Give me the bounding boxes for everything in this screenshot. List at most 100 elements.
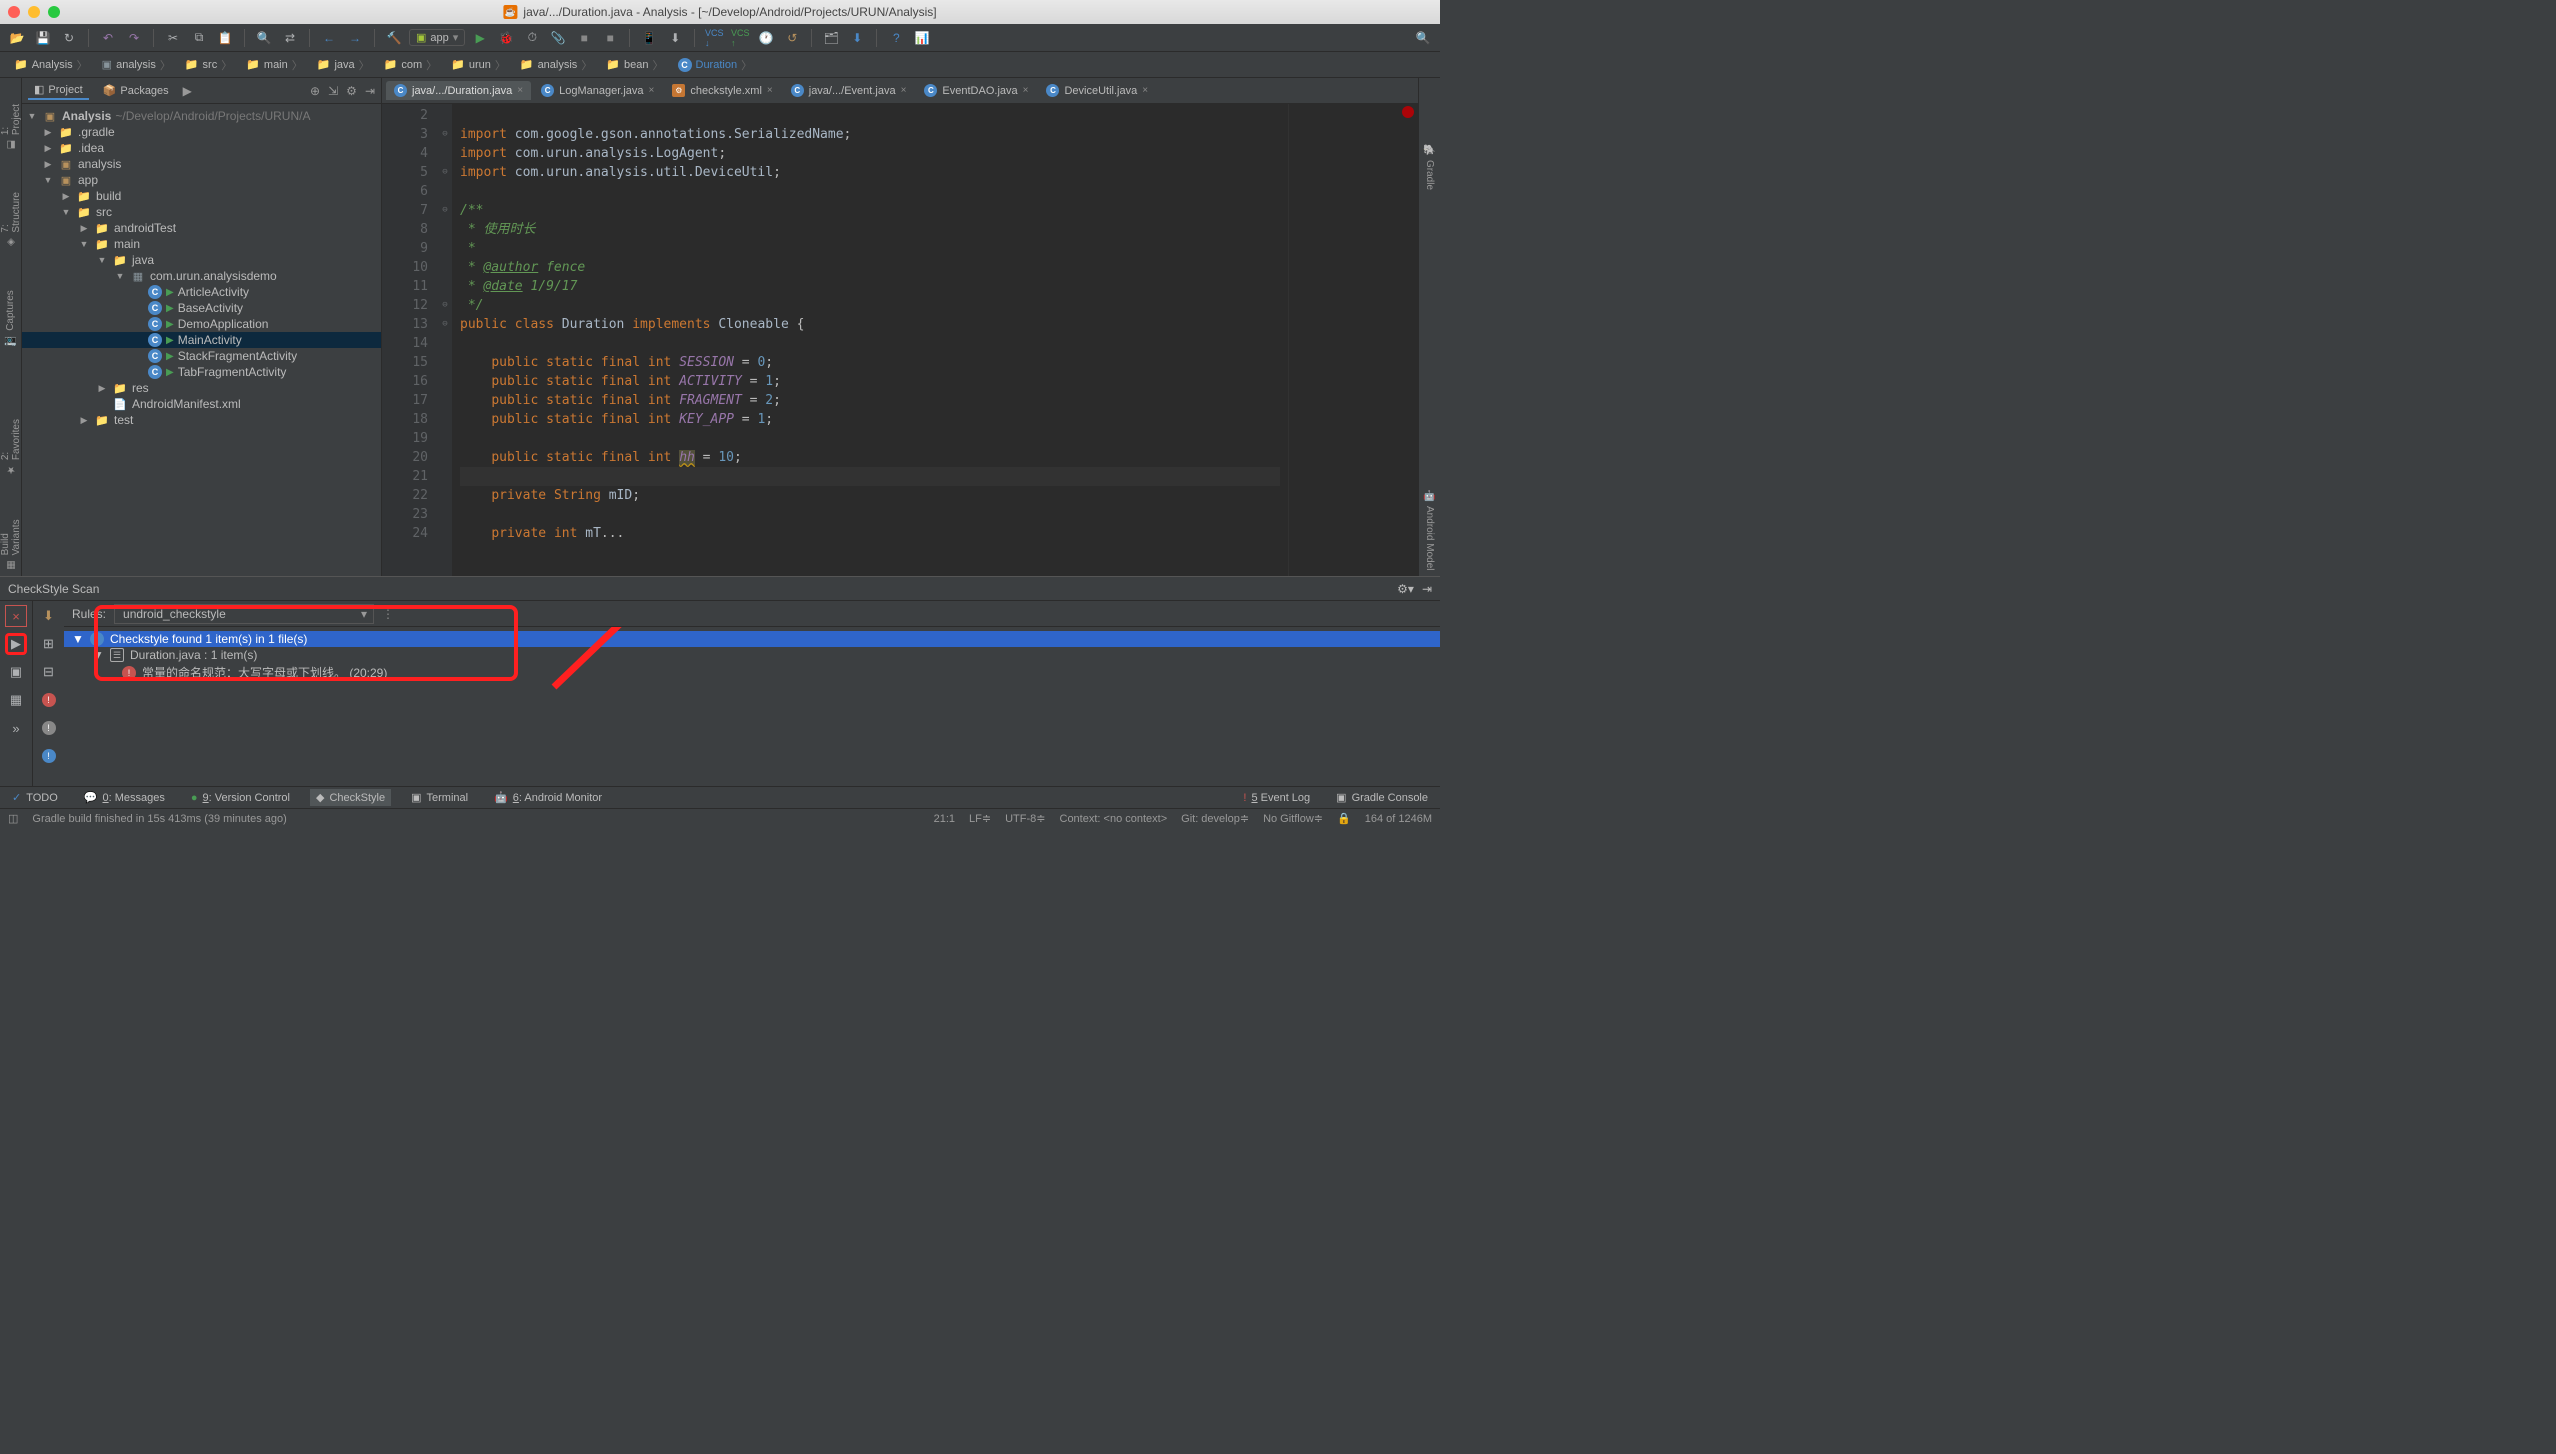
vcs-revert-icon[interactable]: ↺ (781, 27, 803, 49)
module-check-icon[interactable]: ▣ (5, 661, 27, 683)
close-icon[interactable]: × (1023, 85, 1029, 96)
search-everywhere-icon[interactable]: 🔍 (1412, 27, 1434, 49)
tree-row[interactable]: ▼📁main (22, 236, 381, 252)
editor-minimap[interactable] (1288, 104, 1418, 576)
hide-icon[interactable]: ⇥ (365, 84, 375, 98)
expand-icon[interactable]: » (5, 717, 27, 739)
replace-icon[interactable]: ⇄ (279, 27, 301, 49)
tree-row[interactable]: ▶📁.idea (22, 140, 381, 156)
tree-row[interactable]: ▼📁java (22, 252, 381, 268)
redo-icon[interactable]: ↷ (123, 27, 145, 49)
terminal-tab[interactable]: ▣Terminal (405, 789, 474, 806)
tool-window-build-variants[interactable]: ▦Build Variants (0, 511, 24, 576)
copy-icon[interactable]: ⧉ (188, 27, 210, 49)
file-encoding[interactable]: UTF-8≑ (1005, 812, 1045, 825)
info-filter-icon[interactable]: ! (38, 745, 60, 767)
attach-icon[interactable]: 📎 (547, 27, 569, 49)
vcs-update-icon[interactable]: VCS↓ (703, 27, 725, 49)
warning-filter-icon[interactable]: ! (38, 717, 60, 739)
tool-window-android-model[interactable]: 🤖Android Model (1422, 483, 1437, 576)
cursor-position[interactable]: 21:1 (934, 813, 955, 825)
export-icon[interactable]: ⬇ (38, 605, 60, 627)
tree-row[interactable]: ▼▦com.urun.analysisdemo (22, 268, 381, 284)
breadcrumb-item[interactable]: CDuration〉 (672, 55, 759, 75)
lock-icon[interactable]: 🔒 (1337, 812, 1351, 825)
structure-icon[interactable]: 🗂 (820, 27, 842, 49)
close-icon[interactable]: × (767, 85, 773, 96)
tree-row[interactable]: ▶▣analysis (22, 156, 381, 172)
vcs-commit-icon[interactable]: VCS↑ (729, 27, 751, 49)
zoom-window-button[interactable] (48, 6, 60, 18)
close-icon[interactable]: × (649, 85, 655, 96)
todo-tab[interactable]: ✓TODO (6, 789, 64, 806)
collapse-all-icon[interactable]: ⊟ (38, 661, 60, 683)
cut-icon[interactable]: ✂ (162, 27, 184, 49)
breadcrumb-item[interactable]: 📁java〉 (311, 55, 376, 75)
close-icon[interactable]: × (1142, 85, 1148, 96)
build-icon[interactable]: 🔨 (383, 27, 405, 49)
packages-tab[interactable]: 📦 Packages (97, 82, 175, 99)
target-icon[interactable]: ⊕ (310, 84, 320, 98)
tree-row[interactable]: ▼▣app (22, 172, 381, 188)
tree-row[interactable]: C▶TabFragmentActivity (22, 364, 381, 380)
rules-more-icon[interactable]: ⋮ (382, 607, 394, 621)
gear-icon[interactable]: ⚙ (346, 84, 357, 98)
context-indicator[interactable]: Context: <no context> (1060, 813, 1168, 825)
stop-icon[interactable]: ■ (573, 27, 595, 49)
breadcrumb-item[interactable]: ▣analysis〉 (96, 55, 177, 75)
collapse-icon[interactable]: ⇲ (328, 84, 338, 98)
tool-window-favorites[interactable]: ★2: Favorites (0, 413, 24, 481)
editor-tab[interactable]: ⚙checkstyle.xml× (664, 81, 780, 100)
checkstyle-summary-row[interactable]: ▼ i Checkstyle found 1 item(s) in 1 file… (64, 631, 1440, 647)
checkstyle-results[interactable]: ▼ i Checkstyle found 1 item(s) in 1 file… (64, 627, 1440, 787)
undo-icon[interactable]: ↶ (97, 27, 119, 49)
messages-tab[interactable]: 💬0: Messages (78, 789, 171, 806)
open-icon[interactable]: 📂 (6, 27, 28, 49)
tree-row[interactable]: C▶BaseActivity (22, 300, 381, 316)
tree-row[interactable]: C▶DemoApplication (22, 316, 381, 332)
breadcrumb-item[interactable]: 📁main〉 (240, 55, 309, 75)
rules-selector[interactable]: undroid_checkstyle (114, 604, 374, 624)
tree-root[interactable]: ▼▣ Analysis ~/Develop/Android/Projects/U… (22, 108, 381, 124)
error-filter-icon[interactable]: ! (38, 689, 60, 711)
breadcrumb-item[interactable]: 📁bean〉 (600, 55, 669, 75)
editor-tab[interactable]: Cjava/.../Duration.java× (386, 81, 531, 100)
event-log-tab[interactable]: !5 Event Log (1237, 790, 1316, 806)
tree-row[interactable]: ▶📁test (22, 412, 381, 428)
project-tab[interactable]: ◧ Project (28, 81, 89, 100)
vcs-history-icon[interactable]: 🕐 (755, 27, 777, 49)
close-icon[interactable]: × (5, 605, 27, 627)
editor-tab[interactable]: CEventDAO.java× (916, 81, 1036, 100)
debug-icon[interactable]: 🐞 (495, 27, 517, 49)
stop2-icon[interactable]: ■ (599, 27, 621, 49)
tool-window-project[interactable]: ◧1: Project (0, 98, 24, 156)
tree-row[interactable]: C▶MainActivity (22, 332, 381, 348)
sdk2-icon[interactable]: ⬇ (846, 27, 868, 49)
back-icon[interactable]: ← (318, 27, 340, 49)
profile-icon[interactable]: ⏱ (521, 27, 543, 49)
breadcrumb-item[interactable]: 📁urun〉 (445, 55, 512, 75)
tool-window-structure[interactable]: ◈7: Structure (0, 186, 24, 254)
tool-window-captures[interactable]: 📷Captures (3, 284, 18, 353)
forward-icon[interactable]: → (344, 27, 366, 49)
memory-icon[interactable]: 📊 (911, 27, 933, 49)
tree-row[interactable]: ▶📁androidTest (22, 220, 381, 236)
code-editor[interactable]: 23456789101112131415161718192021222324 ⊖… (382, 104, 1418, 576)
vcs-tab[interactable]: ●9: Version Control (185, 790, 296, 806)
run-icon[interactable]: ▶ (469, 27, 491, 49)
android-monitor-tab[interactable]: 🤖6: Android Monitor (488, 789, 608, 806)
editor-tab[interactable]: Cjava/.../Event.java× (783, 81, 915, 100)
run-checkstyle-icon[interactable]: ▶ (5, 633, 27, 655)
tree-row[interactable]: ▶📁build (22, 188, 381, 204)
checkstyle-issue-row[interactable]: ! 常量的命名规范：大写字母或下划线。 (20:29) (64, 663, 1440, 682)
tree-row[interactable]: 📄AndroidManifest.xml (22, 396, 381, 412)
editor-tab[interactable]: CLogManager.java× (533, 81, 662, 100)
breadcrumb-item[interactable]: 📁analysis〉 (514, 55, 598, 75)
checkstyle-file-row[interactable]: ▼ ☰ Duration.java : 1 item(s) (64, 647, 1440, 663)
find-icon[interactable]: 🔍 (253, 27, 275, 49)
line-separator[interactable]: LF≑ (969, 812, 991, 825)
gitflow-status[interactable]: No Gitflow≑ (1263, 812, 1323, 825)
breadcrumb-item[interactable]: 📁Analysis〉 (8, 55, 94, 75)
project-tree[interactable]: ▼▣ Analysis ~/Develop/Android/Projects/U… (22, 104, 381, 576)
expand-all-icon[interactable]: ⊞ (38, 633, 60, 655)
